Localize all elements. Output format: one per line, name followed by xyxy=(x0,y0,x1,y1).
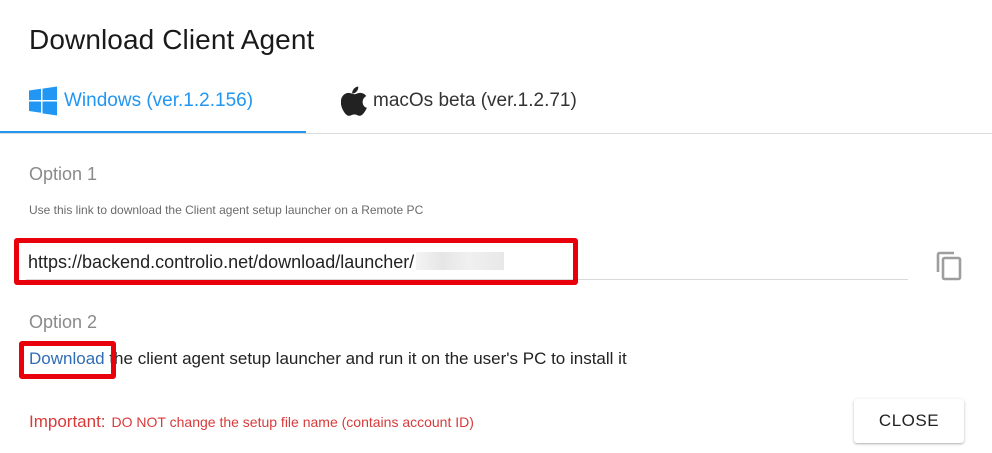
important-notice: Important: DO NOT change the setup file n… xyxy=(29,412,474,432)
url-highlight-box xyxy=(14,238,578,285)
option2-text: the client agent setup launcher and run … xyxy=(104,349,627,368)
copy-icon xyxy=(936,251,962,281)
tab-macos[interactable]: macOs beta (ver.1.2.71) xyxy=(341,70,577,132)
tab-bar: Windows (ver.1.2.156) macOs beta (ver.1.… xyxy=(0,70,992,134)
option1-label: Option 1 xyxy=(29,164,98,184)
option2-label: Option 2 xyxy=(29,312,98,332)
tab-windows[interactable]: Windows (ver.1.2.156) xyxy=(0,70,306,133)
copy-button[interactable] xyxy=(930,246,968,284)
download-link-highlight-box xyxy=(19,341,116,379)
apple-logo-icon xyxy=(341,86,367,116)
important-label: Important: xyxy=(29,412,106,431)
dialog-title: Download Client Agent xyxy=(29,24,315,55)
tab-macos-label: macOs beta (ver.1.2.71) xyxy=(373,90,577,111)
windows-logo-icon xyxy=(28,86,58,116)
close-button[interactable]: CLOSE xyxy=(854,399,964,443)
important-text: DO NOT change the setup file name (conta… xyxy=(111,414,474,430)
active-tab-indicator xyxy=(0,131,306,133)
tab-windows-label: Windows (ver.1.2.156) xyxy=(64,90,254,111)
download-client-agent-dialog: Download Client Agent Windows (ver.1.2.1… xyxy=(0,0,992,453)
option2-instructions: Download the client agent setup launcher… xyxy=(29,349,627,369)
option1-hint: Use this link to download the Client age… xyxy=(29,203,424,217)
